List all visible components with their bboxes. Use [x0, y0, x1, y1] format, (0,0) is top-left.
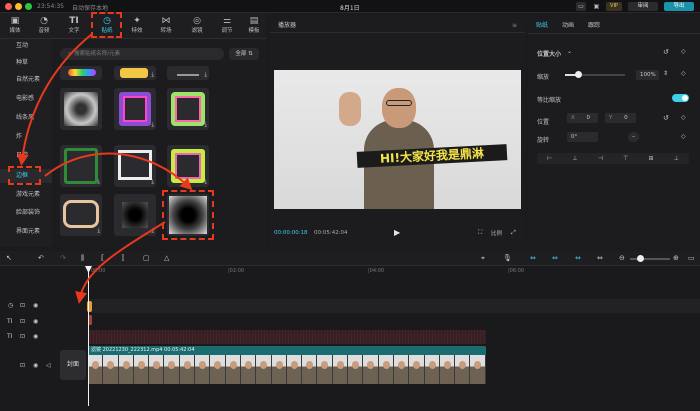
annotation-arrows [16, 33, 193, 304]
